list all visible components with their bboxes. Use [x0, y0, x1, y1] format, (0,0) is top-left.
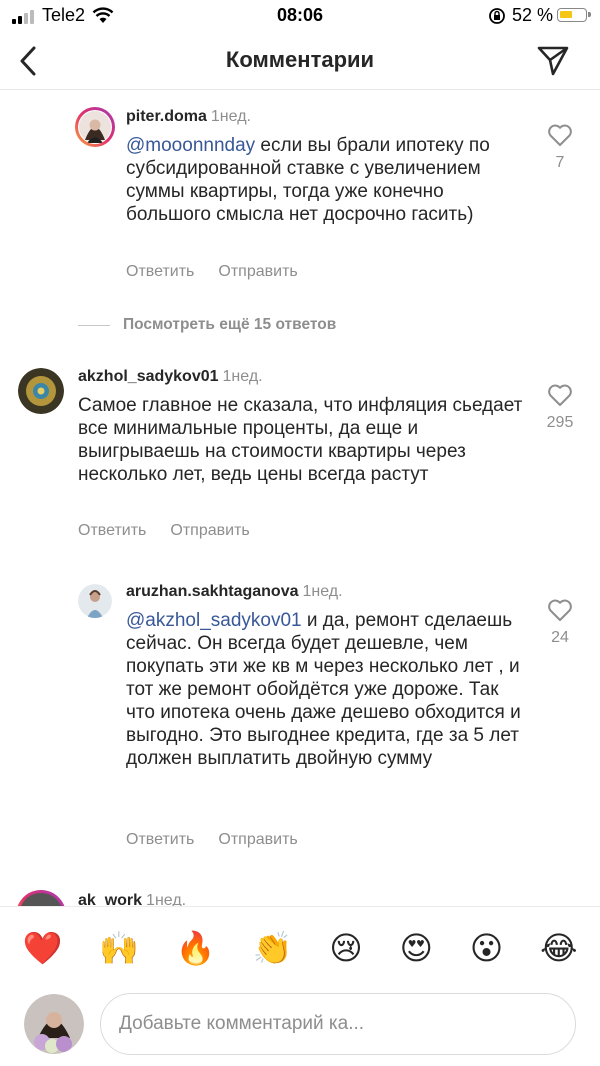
avatar[interactable]: [78, 110, 112, 144]
comment-username[interactable]: akzhol_sadykov01: [78, 368, 219, 385]
emoji-button-laughing[interactable]: 😂: [540, 929, 577, 967]
emoji-button-crying[interactable]: 😢: [329, 929, 362, 967]
emoji-button-heart-eyes[interactable]: 😍: [400, 929, 433, 967]
mention-link[interactable]: @mooonnnday: [126, 135, 255, 156]
orientation-lock-icon: [488, 7, 506, 30]
view-more-replies[interactable]: Посмотреть ещё 15 ответов: [78, 316, 336, 334]
like-count: 295: [546, 414, 574, 431]
view-more-replies-label: Посмотреть ещё 15 ответов: [123, 316, 337, 333]
emoji-button-clap[interactable]: 👏: [253, 929, 293, 967]
share-button[interactable]: [536, 43, 570, 77]
emoji-button-heart[interactable]: ❤️: [22, 929, 62, 967]
status-bar: Tele2 08:06 52 %: [0, 0, 600, 32]
send-button[interactable]: Отправить: [218, 831, 297, 848]
reply-button[interactable]: Ответить: [126, 263, 194, 280]
send-button[interactable]: Отправить: [170, 522, 249, 539]
current-user-avatar: [24, 994, 84, 1054]
comment-time: 1нед.: [210, 108, 251, 125]
comment-input[interactable]: [100, 993, 576, 1055]
paper-plane-icon: [537, 46, 569, 76]
comment-time: 1нед.: [302, 583, 343, 600]
clock: 08:06: [276, 5, 324, 25]
comment-time: 1нед.: [222, 368, 263, 385]
battery-percent: 52 %: [512, 5, 554, 25]
page-title: Комментарии: [225, 47, 375, 72]
reply-button[interactable]: Ответить: [78, 522, 146, 539]
heart-icon[interactable]: [547, 123, 573, 147]
emoji-button-raised-hands[interactable]: 🙌: [99, 929, 139, 967]
comment-text: Самое главное не сказала, что инфляция с…: [78, 395, 523, 485]
divider: [78, 324, 110, 326]
avatar[interactable]: [78, 584, 112, 618]
emoji-button-surprised[interactable]: 😮: [470, 929, 503, 967]
comment-username[interactable]: piter.doma: [126, 108, 207, 125]
header: Комментарии: [0, 32, 600, 90]
reply-button[interactable]: Ответить: [126, 831, 194, 848]
mention-link[interactable]: @akzhol_sadykov01: [126, 610, 302, 631]
battery-icon: [557, 8, 591, 22]
comment-composer: ❤️ 🙌 🔥 👏 😢 😍 😮 😂: [0, 906, 600, 1066]
quick-emoji-bar: ❤️ 🙌 🔥 👏 😢 😍 😮 😂: [0, 929, 600, 967]
comment-username[interactable]: ak_work: [78, 892, 142, 906]
heart-icon[interactable]: [547, 383, 573, 407]
like-count: 7: [555, 154, 565, 171]
comment-top-level: ak_work 1нед.: [0, 884, 600, 906]
send-button[interactable]: Отправить: [218, 263, 297, 280]
comment-text: @mooonnnday если вы брали ипотеку по суб…: [126, 135, 490, 225]
comment-username[interactable]: aruzhan.sakhtaganova: [126, 583, 299, 600]
heart-icon[interactable]: [547, 598, 573, 622]
emoji-button-fire[interactable]: 🔥: [176, 929, 216, 967]
comment-text: @akzhol_sadykov01 и да, ремонт сделаешь …: [126, 610, 521, 769]
avatar[interactable]: [18, 368, 64, 414]
comment-time: 1нед.: [146, 892, 187, 906]
like-count: 24: [551, 629, 569, 646]
